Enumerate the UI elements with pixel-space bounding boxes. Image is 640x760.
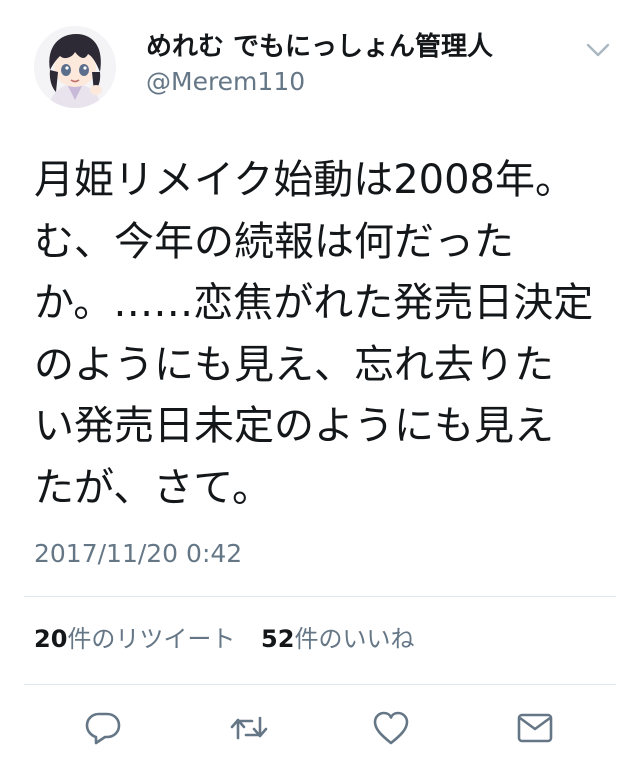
divider: [24, 596, 616, 597]
retweet-icon[interactable]: [229, 708, 269, 748]
retweet-stat[interactable]: 20件のリツイート: [34, 625, 235, 653]
chevron-down-icon[interactable]: [584, 38, 612, 62]
divider: [24, 684, 616, 685]
tweet-text: 月姫リメイク始動は2008年。 む、今年の続報は何だった か。……恋焦がれた発売…: [34, 157, 594, 511]
avatar[interactable]: [34, 26, 116, 108]
avatar-image: [34, 26, 116, 108]
display-name[interactable]: めれむ でもにっしょん管理人: [146, 30, 493, 64]
reply-icon[interactable]: [83, 708, 123, 748]
retweet-label: 件のリツイート: [67, 625, 236, 653]
user-handle[interactable]: @Merem110: [146, 65, 493, 99]
tweet-card: めれむ でもにっしょん管理人 @Merem110 月姫リメイク始動は2008年。…: [0, 0, 640, 760]
retweet-count: 20: [34, 625, 68, 653]
user-info[interactable]: めれむ でもにっしょん管理人 @Merem110: [146, 30, 493, 99]
like-stat[interactable]: 52件のいいね: [261, 625, 414, 653]
engagement-stats: 20件のリツイート 52件のいいね: [34, 622, 432, 656]
like-label: 件のいいね: [294, 625, 415, 653]
like-count: 52: [261, 625, 295, 653]
envelope-icon[interactable]: [515, 708, 555, 748]
timestamp[interactable]: 2017/11/20 0:42: [34, 537, 242, 571]
heart-icon[interactable]: [371, 708, 411, 748]
